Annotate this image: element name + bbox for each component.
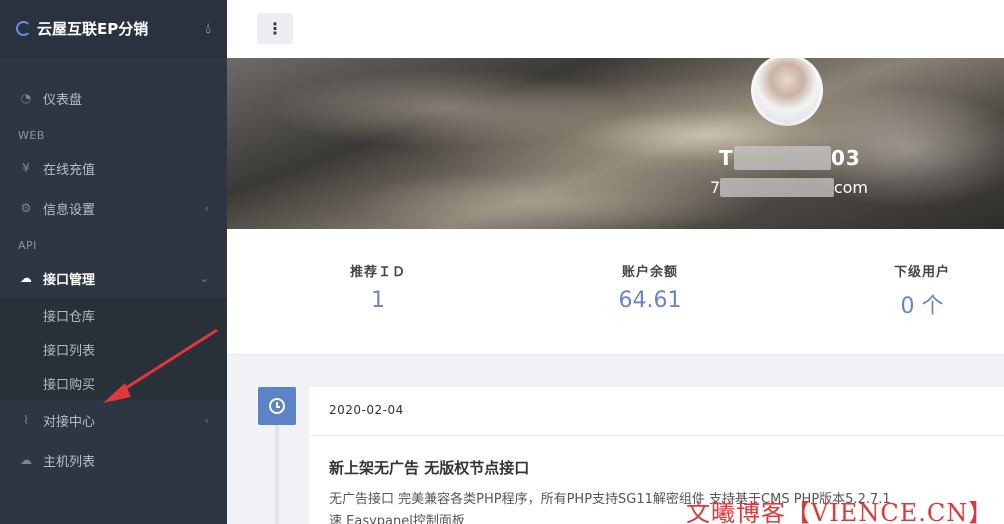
section-api: API — [18, 239, 37, 252]
redacted-email: xxxxxxxxxxxx — [720, 178, 834, 197]
gear-icon: ⚙ — [20, 201, 32, 215]
app-title: 云屋互联EP分销 — [37, 20, 149, 38]
brand-header: 云屋互联EP分销 💧︎ — [0, 0, 227, 58]
profile-name: Txxxxxxx03 — [719, 146, 861, 170]
clock-icon — [258, 387, 296, 425]
sidebar-item-label: 信息设置 — [43, 202, 96, 218]
sidebar-item-label: 仪表盘 — [43, 92, 83, 108]
more-menu-button[interactable]: ⋮ — [257, 13, 293, 44]
watermark: 文曦博客【VIENCE.CN】 — [686, 499, 994, 524]
yen-icon: ¥ — [22, 161, 30, 175]
annotation-arrow-icon — [103, 328, 218, 403]
profile-banner: Txxxxxxx03 7xxxxxxxxxxxxcom — [227, 58, 1004, 229]
stat-subordinates: 下级用户 0 个 — [893, 265, 950, 319]
stat-referral-id: 推荐ＩＤ 1 — [349, 265, 406, 313]
announcement-date: 2020-02-04 — [329, 403, 404, 417]
sidebar-item-label: 接口管理 — [43, 272, 96, 288]
stats-panel: 推荐ＩＤ 1 账户余额 64.61 下级用户 0 个 — [227, 229, 1004, 355]
chevron-left-icon: ‹ — [204, 413, 209, 427]
sidebar-item-label: 对接中心 — [43, 414, 96, 430]
chart-line-icon: ⌇ — [23, 413, 29, 427]
redacted-name: xxxxxxx — [733, 146, 831, 170]
cloud-icon: ☁ — [20, 453, 32, 467]
profile-email: 7xxxxxxxxxxxxcom — [710, 178, 868, 197]
chevron-left-icon: ‹ — [204, 201, 209, 215]
droplet-icon[interactable]: 💧︎ — [205, 21, 211, 37]
chevron-down-icon: ⌄ — [199, 271, 209, 285]
section-web: WEB — [18, 129, 45, 142]
api-icon: ☁ — [20, 271, 32, 285]
sidebar-item-label: 在线充值 — [43, 162, 96, 178]
timeline-line — [275, 425, 279, 524]
sidebar-item-dashboard[interactable]: ◔ 仪表盘 — [0, 78, 227, 118]
sidebar-item-hosts[interactable]: ☁ 主机列表 — [0, 440, 227, 480]
dashboard-icon: ◔ — [20, 91, 32, 105]
announcement-title: 新上架无广告 无版权节点接口 — [329, 459, 530, 477]
spinner-logo-icon — [16, 21, 31, 36]
sidebar-item-api-manage[interactable]: ☁ 接口管理 ⌄ — [0, 258, 227, 298]
sidebar-item-recharge[interactable]: ¥ 在线充值 — [0, 148, 227, 188]
sidebar-item-label: 主机列表 — [43, 454, 96, 470]
top-bar: ⋮ — [227, 0, 1004, 58]
stat-balance: 账户余额 64.61 — [618, 265, 682, 313]
sidebar-item-settings[interactable]: ⚙ 信息设置 ‹ — [0, 188, 227, 228]
sidebar: 云屋互联EP分销 💧︎ ◔ 仪表盘 WEB ¥ 在线充值 ⚙ 信息设置 ‹ AP… — [0, 0, 227, 524]
